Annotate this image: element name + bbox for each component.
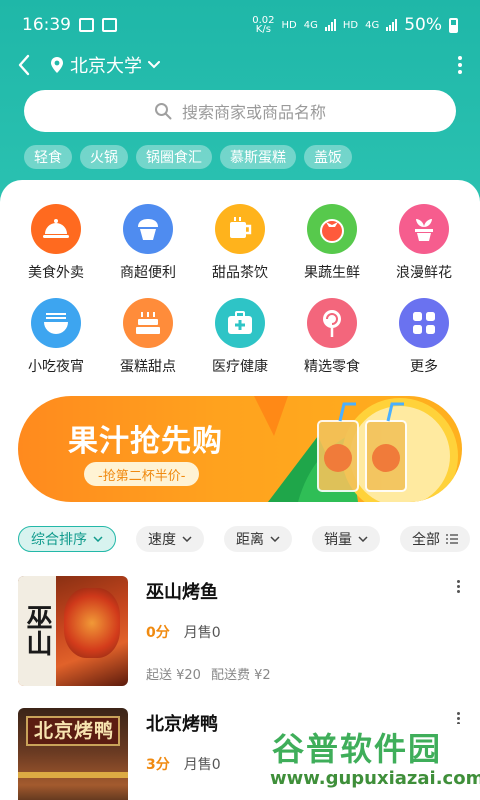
filter-all[interactable]: 全部: [400, 526, 470, 552]
filter-label: 全部: [412, 532, 440, 548]
category-label: 精选零食: [304, 359, 360, 375]
shop-thumbnail-text: 北京烤鸭: [33, 720, 114, 742]
filter-distance[interactable]: 距离: [224, 526, 292, 552]
category-label: 甜品茶饮: [212, 265, 268, 281]
shop-score: 0分: [146, 625, 170, 641]
status-bar: 16:39 0.02 K/s HD 4G HD 4G 50%: [0, 0, 480, 50]
status-time: 16:39: [22, 15, 71, 35]
filter-label: 综合排序: [31, 532, 87, 548]
flower-pot-icon: [399, 204, 449, 254]
quick-tag[interactable]: 慕斯蛋糕: [220, 145, 296, 169]
shop-thumbnail: 北京烤鸭: [18, 708, 128, 800]
cupcake-icon: [123, 204, 173, 254]
nav-bar: 北京大学: [0, 46, 480, 84]
hd-badge-2: HD: [342, 19, 359, 31]
quick-tag[interactable]: 盖饭: [304, 145, 352, 169]
category-label: 美食外卖: [28, 265, 84, 281]
noodle-bowl-icon: [31, 298, 81, 348]
shop-min-order: 起送 ¥20: [146, 668, 201, 683]
list-filter-icon: [446, 534, 458, 544]
more-menu-icon[interactable]: [458, 56, 462, 74]
shop-info: 巫山烤鱼 0分 月售0 起送 ¥20 配送费 ¥2: [146, 576, 462, 688]
category-label: 浪漫鲜花: [396, 265, 452, 281]
content-panel: 美食外卖 商超便利 甜品茶饮 果蔬生鲜 浪漫鲜花 小吃夜宵 蛋糕甜点 医疗健康 …: [0, 180, 480, 800]
network-type-1: 4G: [303, 19, 318, 31]
category-selected-snacks[interactable]: 精选零食: [286, 298, 378, 376]
category-supermarket[interactable]: 商超便利: [102, 204, 194, 282]
sort-filter-bar: 综合排序 速度 距离 销量 全部: [18, 526, 470, 552]
banner-subtitle: -抢第二杯半价-: [84, 462, 200, 486]
category-flowers[interactable]: 浪漫鲜花: [378, 204, 470, 282]
network-type-2: 4G: [365, 19, 380, 31]
filter-sales[interactable]: 销量: [312, 526, 380, 552]
shop-delivery-fee: 配送费 ¥2: [210, 668, 271, 683]
lollipop-icon: [307, 298, 357, 348]
battery-level: 50%: [404, 15, 442, 35]
cup-icon: [215, 204, 265, 254]
location-label: 北京大学: [70, 56, 142, 77]
chevron-down-icon: [270, 536, 280, 542]
watermark: 谷普软件园 www.gupuxiazai.com: [262, 724, 480, 800]
hd-badge-1: HD: [281, 19, 297, 31]
shop-thumbnail-text: 巫山: [22, 604, 52, 656]
shop-name: 巫山烤鱼: [146, 582, 218, 603]
shop-more-icon[interactable]: [457, 580, 460, 593]
chevron-down-icon: [182, 536, 192, 542]
shop-list-item[interactable]: 巫山 巫山烤鱼 0分 月售0 起送 ¥20 配送费 ¥2: [18, 576, 462, 688]
shop-score: 3分: [146, 757, 170, 773]
category-medical[interactable]: 医疗健康: [194, 298, 286, 376]
medical-kit-icon: [215, 298, 265, 348]
filter-speed[interactable]: 速度: [136, 526, 204, 552]
filter-label: 销量: [324, 532, 352, 548]
quick-tag[interactable]: 锅圈食汇: [136, 145, 212, 169]
filter-comprehensive[interactable]: 综合排序: [18, 526, 116, 552]
category-dessert-drinks[interactable]: 甜品茶饮: [194, 204, 286, 282]
watermark-url: www.gupuxiazai.com: [270, 768, 480, 789]
category-label: 商超便利: [120, 265, 176, 281]
food-cloche-icon: [31, 204, 81, 254]
category-label: 果蔬生鲜: [304, 265, 360, 281]
category-label: 小吃夜宵: [28, 359, 84, 375]
search-placeholder: 搜索商家或商品名称: [181, 103, 326, 122]
search-icon: [154, 103, 172, 120]
category-more[interactable]: 更多: [378, 298, 470, 376]
quick-tag[interactable]: 火锅: [80, 145, 128, 169]
shop-monthly-sales: 月售0: [183, 757, 221, 773]
quick-tag[interactable]: 轻食: [24, 145, 72, 169]
location-selector[interactable]: 北京大学: [50, 52, 160, 78]
signal-icon-1: [324, 19, 336, 31]
shop-thumbnail: 巫山: [18, 576, 128, 686]
battery-icon: [449, 17, 458, 33]
watermark-title: 谷普软件园: [272, 730, 443, 768]
chevron-down-icon: [148, 61, 160, 69]
gallery-notification-icon: [79, 18, 94, 32]
signal-icon-2: [386, 19, 398, 31]
category-cake[interactable]: 蛋糕甜点: [102, 298, 194, 376]
app-notification-icon: [102, 18, 117, 32]
category-label: 医疗健康: [212, 359, 268, 375]
category-snacks-night[interactable]: 小吃夜宵: [10, 298, 102, 376]
shop-monthly-sales: 月售0: [183, 625, 221, 641]
promo-banner[interactable]: 果汁抢先购 -抢第二杯半价-: [18, 396, 462, 502]
quick-tags: 轻食 火锅 锅圈食汇 慕斯蛋糕 盖饭: [24, 145, 352, 169]
net-speed: 0.02 K/s: [252, 15, 275, 35]
category-food-delivery[interactable]: 美食外卖: [10, 204, 102, 282]
location-pin-icon: [51, 57, 63, 73]
category-fresh-produce[interactable]: 果蔬生鲜: [286, 204, 378, 282]
category-label: 更多: [410, 359, 438, 375]
back-icon[interactable]: [4, 46, 44, 84]
tomato-icon: [307, 204, 357, 254]
filter-label: 速度: [148, 532, 176, 548]
banner-title: 果汁抢先购: [68, 424, 223, 459]
category-label: 蛋糕甜点: [120, 359, 176, 375]
grid-more-icon: [399, 298, 449, 348]
search-input[interactable]: 搜索商家或商品名称: [24, 90, 456, 132]
chevron-down-icon: [358, 536, 368, 542]
cake-icon: [123, 298, 173, 348]
chevron-down-icon: [93, 536, 103, 542]
category-grid: 美食外卖 商超便利 甜品茶饮 果蔬生鲜 浪漫鲜花 小吃夜宵 蛋糕甜点 医疗健康 …: [10, 204, 470, 376]
filter-label: 距离: [236, 532, 264, 548]
